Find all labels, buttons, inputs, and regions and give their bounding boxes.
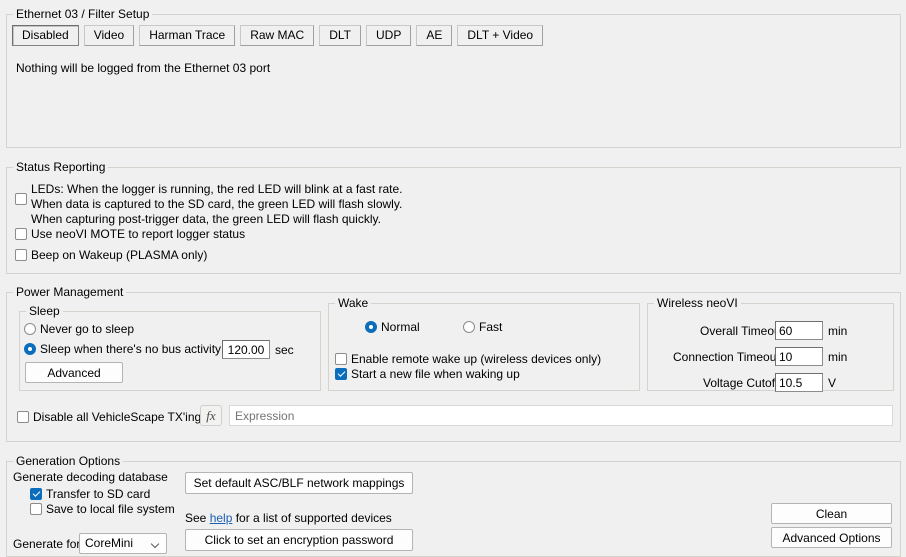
never-sleep-radio-label: Never go to sleep — [40, 322, 135, 336]
voltage-cutoff-label: Voltage Cutoff: — [703, 376, 782, 390]
sleep-inactivity-unit: sec — [275, 343, 294, 357]
overall-timeout-input[interactable] — [775, 321, 823, 340]
save-to-local-row[interactable]: Save to local file system — [30, 502, 175, 517]
wake-normal-radio[interactable] — [365, 321, 377, 333]
expression-input[interactable] — [229, 405, 893, 426]
wake-fast-radio[interactable] — [463, 321, 475, 333]
chevron-down-icon — [152, 541, 159, 545]
supported-devices-help-text: See help for a list of supported devices — [185, 511, 392, 525]
leds-line-2: When data is captured to the SD card, th… — [31, 197, 403, 211]
generate-for-value: CoreMini — [85, 536, 134, 550]
filter-mode-tabs[interactable]: Disabled Video Harman Trace Raw MAC DLT … — [12, 25, 544, 46]
advanced-options-button[interactable]: Advanced Options — [771, 527, 892, 548]
leds-line-3: When capturing post-trigger data, the gr… — [31, 212, 381, 226]
beep-checkbox-row[interactable]: Beep on Wakeup (PLASMA only) — [15, 248, 207, 263]
decoding-database-label: Generate decoding database — [13, 470, 168, 484]
voltage-cutoff-input[interactable] — [775, 373, 823, 392]
mote-checkbox-row[interactable]: Use neoVI MOTE to report logger status — [15, 227, 245, 242]
new-file-on-wake-checkbox-row[interactable]: Start a new file when waking up — [335, 367, 520, 382]
generation-options-group-title: Generation Options — [13, 454, 124, 468]
wake-fast-radio-label: Fast — [479, 320, 503, 334]
never-sleep-radio-row[interactable]: Never go to sleep — [24, 322, 134, 337]
inactivity-sleep-radio-label: Sleep when there's no bus activity for — [40, 342, 239, 356]
disable-vehiclescape-tx-label: Disable all VehicleScape TX'ing on: — [33, 410, 222, 424]
tab-harman-trace[interactable]: Harman Trace — [139, 25, 236, 46]
filter-setup-note: Nothing will be logged from the Ethernet… — [16, 61, 271, 75]
new-file-on-wake-checkbox-label: Start a new file when waking up — [351, 367, 520, 381]
transfer-to-sd-row[interactable]: Transfer to SD card — [30, 487, 150, 502]
tab-dlt-video[interactable]: DLT + Video — [457, 25, 544, 46]
help-link[interactable]: help — [210, 511, 233, 525]
status-reporting-group-title: Status Reporting — [13, 160, 109, 174]
expression-fx-icon[interactable]: fx — [200, 405, 222, 426]
tab-udp[interactable]: UDP — [366, 25, 412, 46]
wireless-neovi-group-title: Wireless neoVI — [654, 296, 741, 310]
power-management-group-title: Power Management — [13, 285, 127, 299]
tab-disabled[interactable]: Disabled — [12, 25, 79, 46]
mote-checkbox[interactable] — [15, 228, 27, 240]
connection-timeout-unit: min — [828, 350, 848, 364]
inactivity-sleep-radio[interactable] — [24, 343, 36, 355]
sleep-advanced-button[interactable]: Advanced — [25, 362, 123, 383]
tab-ae[interactable]: AE — [416, 25, 453, 46]
clean-button[interactable]: Clean — [771, 503, 892, 524]
inactivity-sleep-radio-row[interactable]: Sleep when there's no bus activity for — [24, 342, 238, 357]
leds-checkbox-label: LEDs: When the logger is running, the re… — [31, 182, 403, 227]
generate-for-dropdown[interactable]: CoreMini — [79, 533, 167, 554]
leds-line-1: LEDs: When the logger is running, the re… — [31, 182, 403, 196]
overall-timeout-unit: min — [828, 324, 848, 338]
tab-video[interactable]: Video — [83, 25, 135, 46]
tab-dlt[interactable]: DLT — [319, 25, 362, 46]
beep-checkbox-label: Beep on Wakeup (PLASMA only) — [31, 248, 208, 262]
transfer-to-sd-label: Transfer to SD card — [46, 487, 151, 501]
mote-checkbox-label: Use neoVI MOTE to report logger status — [31, 227, 246, 241]
wake-fast-radio-row[interactable]: Fast — [463, 320, 502, 335]
wake-normal-radio-label: Normal — [381, 320, 420, 334]
remote-wake-checkbox[interactable] — [335, 353, 347, 365]
connection-timeout-label: Connection Timeout: — [673, 350, 784, 364]
remote-wake-checkbox-row[interactable]: Enable remote wake up (wireless devices … — [335, 352, 601, 367]
generate-for-label: Generate for — [13, 537, 81, 551]
help-text-before: See — [185, 511, 210, 525]
never-sleep-radio[interactable] — [24, 323, 36, 335]
save-to-local-label: Save to local file system — [46, 502, 175, 516]
transfer-to-sd-checkbox[interactable] — [30, 488, 42, 500]
sleep-inactivity-seconds-input[interactable] — [222, 340, 270, 359]
wake-group-title: Wake — [335, 296, 372, 310]
beep-checkbox[interactable] — [15, 249, 27, 261]
set-default-mappings-button[interactable]: Set default ASC/BLF network mappings — [185, 472, 413, 494]
set-encryption-password-button[interactable]: Click to set an encryption password — [185, 529, 413, 551]
tab-raw-mac[interactable]: Raw MAC — [240, 25, 315, 46]
new-file-on-wake-checkbox[interactable] — [335, 368, 347, 380]
voltage-cutoff-unit: V — [828, 376, 837, 390]
leds-checkbox[interactable] — [15, 193, 27, 205]
remote-wake-checkbox-label: Enable remote wake up (wireless devices … — [351, 352, 602, 366]
disable-vehiclescape-tx-row[interactable]: Disable all VehicleScape TX'ing on: — [17, 410, 221, 425]
wake-normal-radio-row[interactable]: Normal — [365, 320, 420, 335]
sleep-group-title: Sleep — [26, 304, 63, 318]
disable-vehiclescape-tx-checkbox[interactable] — [17, 411, 29, 423]
connection-timeout-input[interactable] — [775, 347, 823, 366]
save-to-local-checkbox[interactable] — [30, 503, 42, 515]
filter-setup-group-title: Ethernet 03 / Filter Setup — [13, 7, 153, 21]
help-text-after: for a list of supported devices — [232, 511, 392, 525]
